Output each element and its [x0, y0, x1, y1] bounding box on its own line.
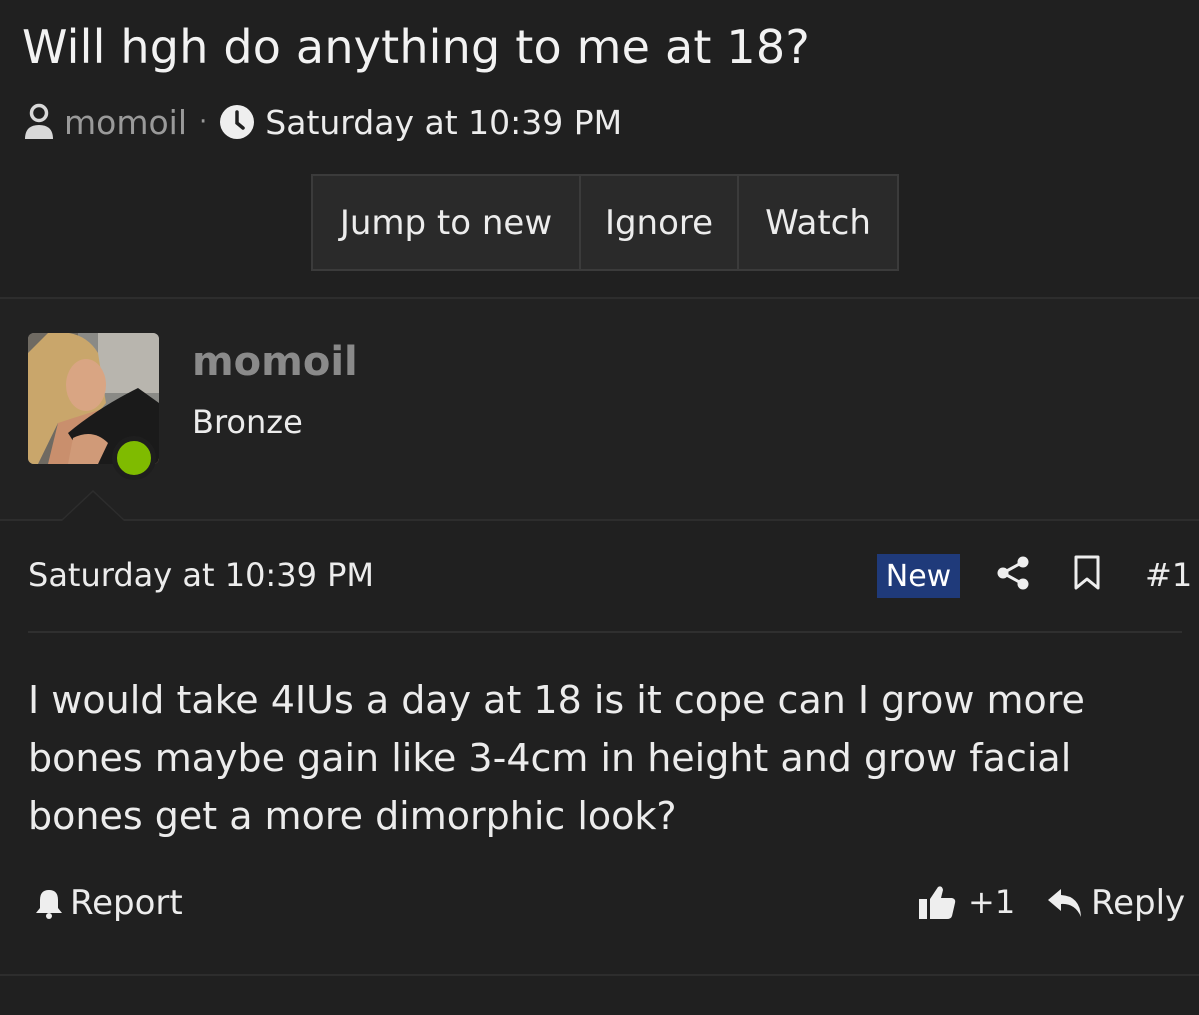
user-icon — [25, 103, 53, 139]
thumbs-up-icon — [919, 886, 956, 919]
clock-icon — [220, 105, 255, 139]
post-username[interactable]: momoil — [192, 339, 358, 385]
meta-separator: · — [199, 107, 208, 137]
report-label: Report — [70, 883, 183, 923]
post-number-link[interactable]: #1 — [1145, 556, 1192, 594]
thread-author-link[interactable]: momoil — [64, 103, 187, 142]
post: Saturday at 10:39 PM New #1 I would take… — [0, 521, 1199, 975]
user-rank: Bronze — [192, 403, 303, 441]
divider — [28, 631, 1182, 633]
online-status-indicator — [112, 436, 156, 480]
post-date-link[interactable]: Saturday at 10:39 PM — [28, 556, 374, 594]
jump-to-new-button[interactable]: Jump to new — [313, 176, 581, 269]
page-footer-space — [0, 976, 1199, 1015]
post-user-block: momoil Bronze — [0, 299, 1199, 520]
reply-label: Reply — [1091, 883, 1186, 923]
reply-arrow-icon — [1048, 889, 1081, 917]
bell-icon — [36, 890, 62, 919]
thread-action-buttons: Jump to new Ignore Watch — [311, 174, 899, 271]
new-badge: New — [877, 554, 960, 598]
like-button[interactable]: +1 — [918, 883, 1015, 921]
like-count: +1 — [968, 883, 1016, 921]
thread-header: Will hgh do anything to me at 18? momoil… — [0, 0, 1199, 298]
thread-date-link[interactable]: Saturday at 10:39 PM — [265, 103, 622, 142]
watch-button[interactable]: Watch — [739, 176, 897, 269]
thread-meta: momoil · Saturday at 10:39 PM — [22, 100, 622, 144]
reply-button[interactable]: Reply — [1047, 883, 1185, 923]
ignore-button[interactable]: Ignore — [581, 176, 739, 269]
bookmark-icon[interactable] — [1072, 555, 1102, 591]
thread-title: Will hgh do anything to me at 18? — [22, 20, 810, 74]
user-block-arrow-fill — [62, 492, 124, 521]
share-icon[interactable] — [995, 555, 1031, 591]
report-link[interactable]: Report — [34, 883, 183, 923]
post-body: I would take 4IUs a day at 18 is it cope… — [28, 678, 1085, 838]
